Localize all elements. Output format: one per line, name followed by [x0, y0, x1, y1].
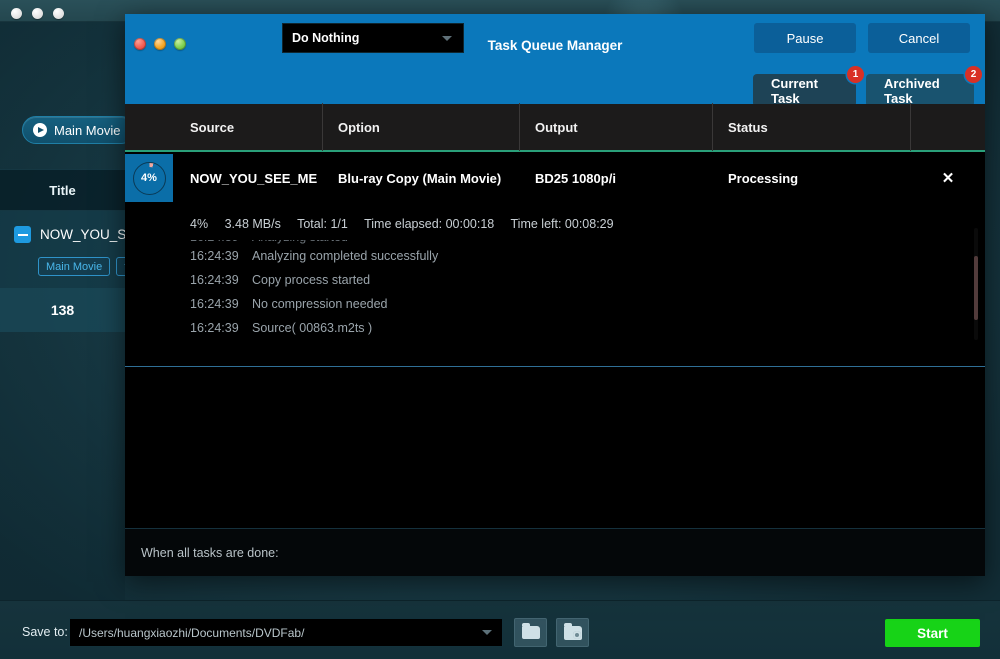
log-entry-message: Source( 00863.m2ts )	[252, 321, 372, 335]
cancel-button-label: Cancel	[899, 31, 939, 46]
choose-disc-button[interactable]	[556, 618, 589, 647]
when-done-select[interactable]: Do Nothing	[282, 23, 464, 53]
stat-speed: 3.48 MB/s	[225, 217, 281, 231]
background-close-button[interactable]	[11, 8, 22, 19]
row-remove-icon[interactable]: ✕	[911, 154, 985, 202]
save-to-label: Save to:	[22, 625, 68, 639]
log-entry-message: Analyzing completed successfully	[252, 249, 438, 263]
when-done-value: Do Nothing	[283, 31, 442, 45]
row-output: BD25 1080p/i	[520, 154, 713, 202]
log-entry: 16:24:39 Analyzing completed successfull…	[125, 244, 985, 268]
row-option: Blu-ray Copy (Main Movie)	[323, 154, 520, 202]
dialog-footer: When all tasks are done:	[125, 528, 985, 576]
title-column-header-label: Title	[49, 183, 76, 198]
task-log-list[interactable]: 16:24:39 Analyzing started 16:24:39 Anal…	[125, 240, 985, 366]
log-entry-message: No compression needed	[252, 297, 388, 311]
save-to-path-value: /Users/huangxiaozhi/Documents/DVDFab/	[70, 626, 482, 640]
column-header-status[interactable]: Status	[713, 103, 911, 151]
tab-current-task-label: Current Task	[771, 76, 838, 106]
chip-main-movie[interactable]: Main Movie	[38, 257, 110, 276]
progress-ring-icon: 4%	[133, 162, 166, 195]
log-entry-time: 16:24:39	[190, 249, 252, 263]
column-header-output[interactable]: Output	[520, 103, 713, 151]
title-count-label: 138	[51, 302, 74, 318]
log-entry: 16:24:39 Copy process started	[125, 268, 985, 292]
pause-button-label: Pause	[787, 31, 824, 46]
log-scrollbar-thumb[interactable]	[974, 256, 978, 320]
disc-folder-icon	[564, 626, 582, 640]
tab-archived-task-badge: 2	[965, 66, 982, 83]
column-header-option[interactable]: Option	[323, 103, 520, 151]
column-header-action	[911, 103, 985, 151]
tab-current-task-badge: 1	[847, 66, 864, 83]
table-row[interactable]: 4% NOW_YOU_SEE_ME Blu-ray Copy (Main Mov…	[125, 154, 985, 202]
task-progress-indicator: 4%	[125, 154, 173, 202]
title-list-item[interactable]: NOW_YOU_SEE_ME Main Movie to	[0, 211, 125, 288]
log-entry-time: 16:24:39	[190, 240, 252, 244]
empty-task-area	[125, 367, 985, 528]
dialog-titlebar: Task Queue Manager Current Task 1 Archiv…	[125, 14, 985, 104]
task-queue-manager-dialog: Task Queue Manager Current Task 1 Archiv…	[125, 14, 985, 576]
cancel-button[interactable]: Cancel	[868, 23, 970, 53]
browse-folder-button[interactable]	[514, 618, 547, 647]
stat-total: Total: 1/1	[297, 217, 348, 231]
task-detail-pane: 4% 3.48 MB/s Total: 1/1 Time elapsed: 00…	[125, 202, 985, 366]
log-scrollbar[interactable]	[974, 228, 978, 340]
title-count-row: 138	[0, 288, 125, 332]
chevron-down-icon[interactable]	[482, 630, 492, 635]
log-entry-time: 16:24:39	[190, 297, 252, 311]
collapse-minus-icon[interactable]	[14, 226, 31, 243]
log-entry: 16:24:39 No compression needed	[125, 292, 985, 316]
pause-button[interactable]: Pause	[754, 23, 856, 53]
play-circle-icon	[33, 123, 47, 137]
main-movie-label: Main Movie	[54, 123, 120, 138]
folder-icon	[522, 626, 540, 639]
save-to-path-field[interactable]: /Users/huangxiaozhi/Documents/DVDFab/	[69, 618, 503, 647]
log-entry: 16:24:39 Source( 00863.m2ts )	[125, 316, 985, 340]
task-table-header: Source Option Output Status	[125, 104, 985, 152]
start-button-label: Start	[917, 626, 948, 641]
background-minimize-button[interactable]	[32, 8, 43, 19]
progress-percent-label: 4%	[141, 172, 157, 184]
dialog-title: Task Queue Manager	[125, 38, 985, 53]
task-stats-line: 4% 3.48 MB/s Total: 1/1 Time elapsed: 00…	[190, 217, 627, 231]
log-entry-message: Analyzing started	[252, 240, 348, 244]
start-button[interactable]: Start	[885, 619, 980, 647]
background-left-panel: Main Movie Title NOW_YOU_SEE_ME Main Mov…	[0, 22, 125, 600]
title-column-header: Title	[0, 169, 125, 211]
main-movie-mode-button[interactable]: Main Movie	[22, 116, 135, 144]
log-entry-time: 16:24:39	[190, 273, 252, 287]
tab-archived-task-label: Archived Task	[884, 76, 956, 106]
stat-elapsed: Time elapsed: 00:00:18	[364, 217, 494, 231]
stat-percent: 4%	[190, 217, 208, 231]
background-maximize-button[interactable]	[53, 8, 64, 19]
column-header-source[interactable]: Source	[125, 103, 323, 151]
chevron-down-icon[interactable]	[442, 36, 452, 41]
stat-remaining: Time left: 00:08:29	[511, 217, 614, 231]
row-status: Processing	[713, 154, 911, 202]
log-entry-message: Copy process started	[252, 273, 370, 287]
log-entry-time: 16:24:39	[190, 321, 252, 335]
when-done-label: When all tasks are done:	[141, 546, 279, 560]
